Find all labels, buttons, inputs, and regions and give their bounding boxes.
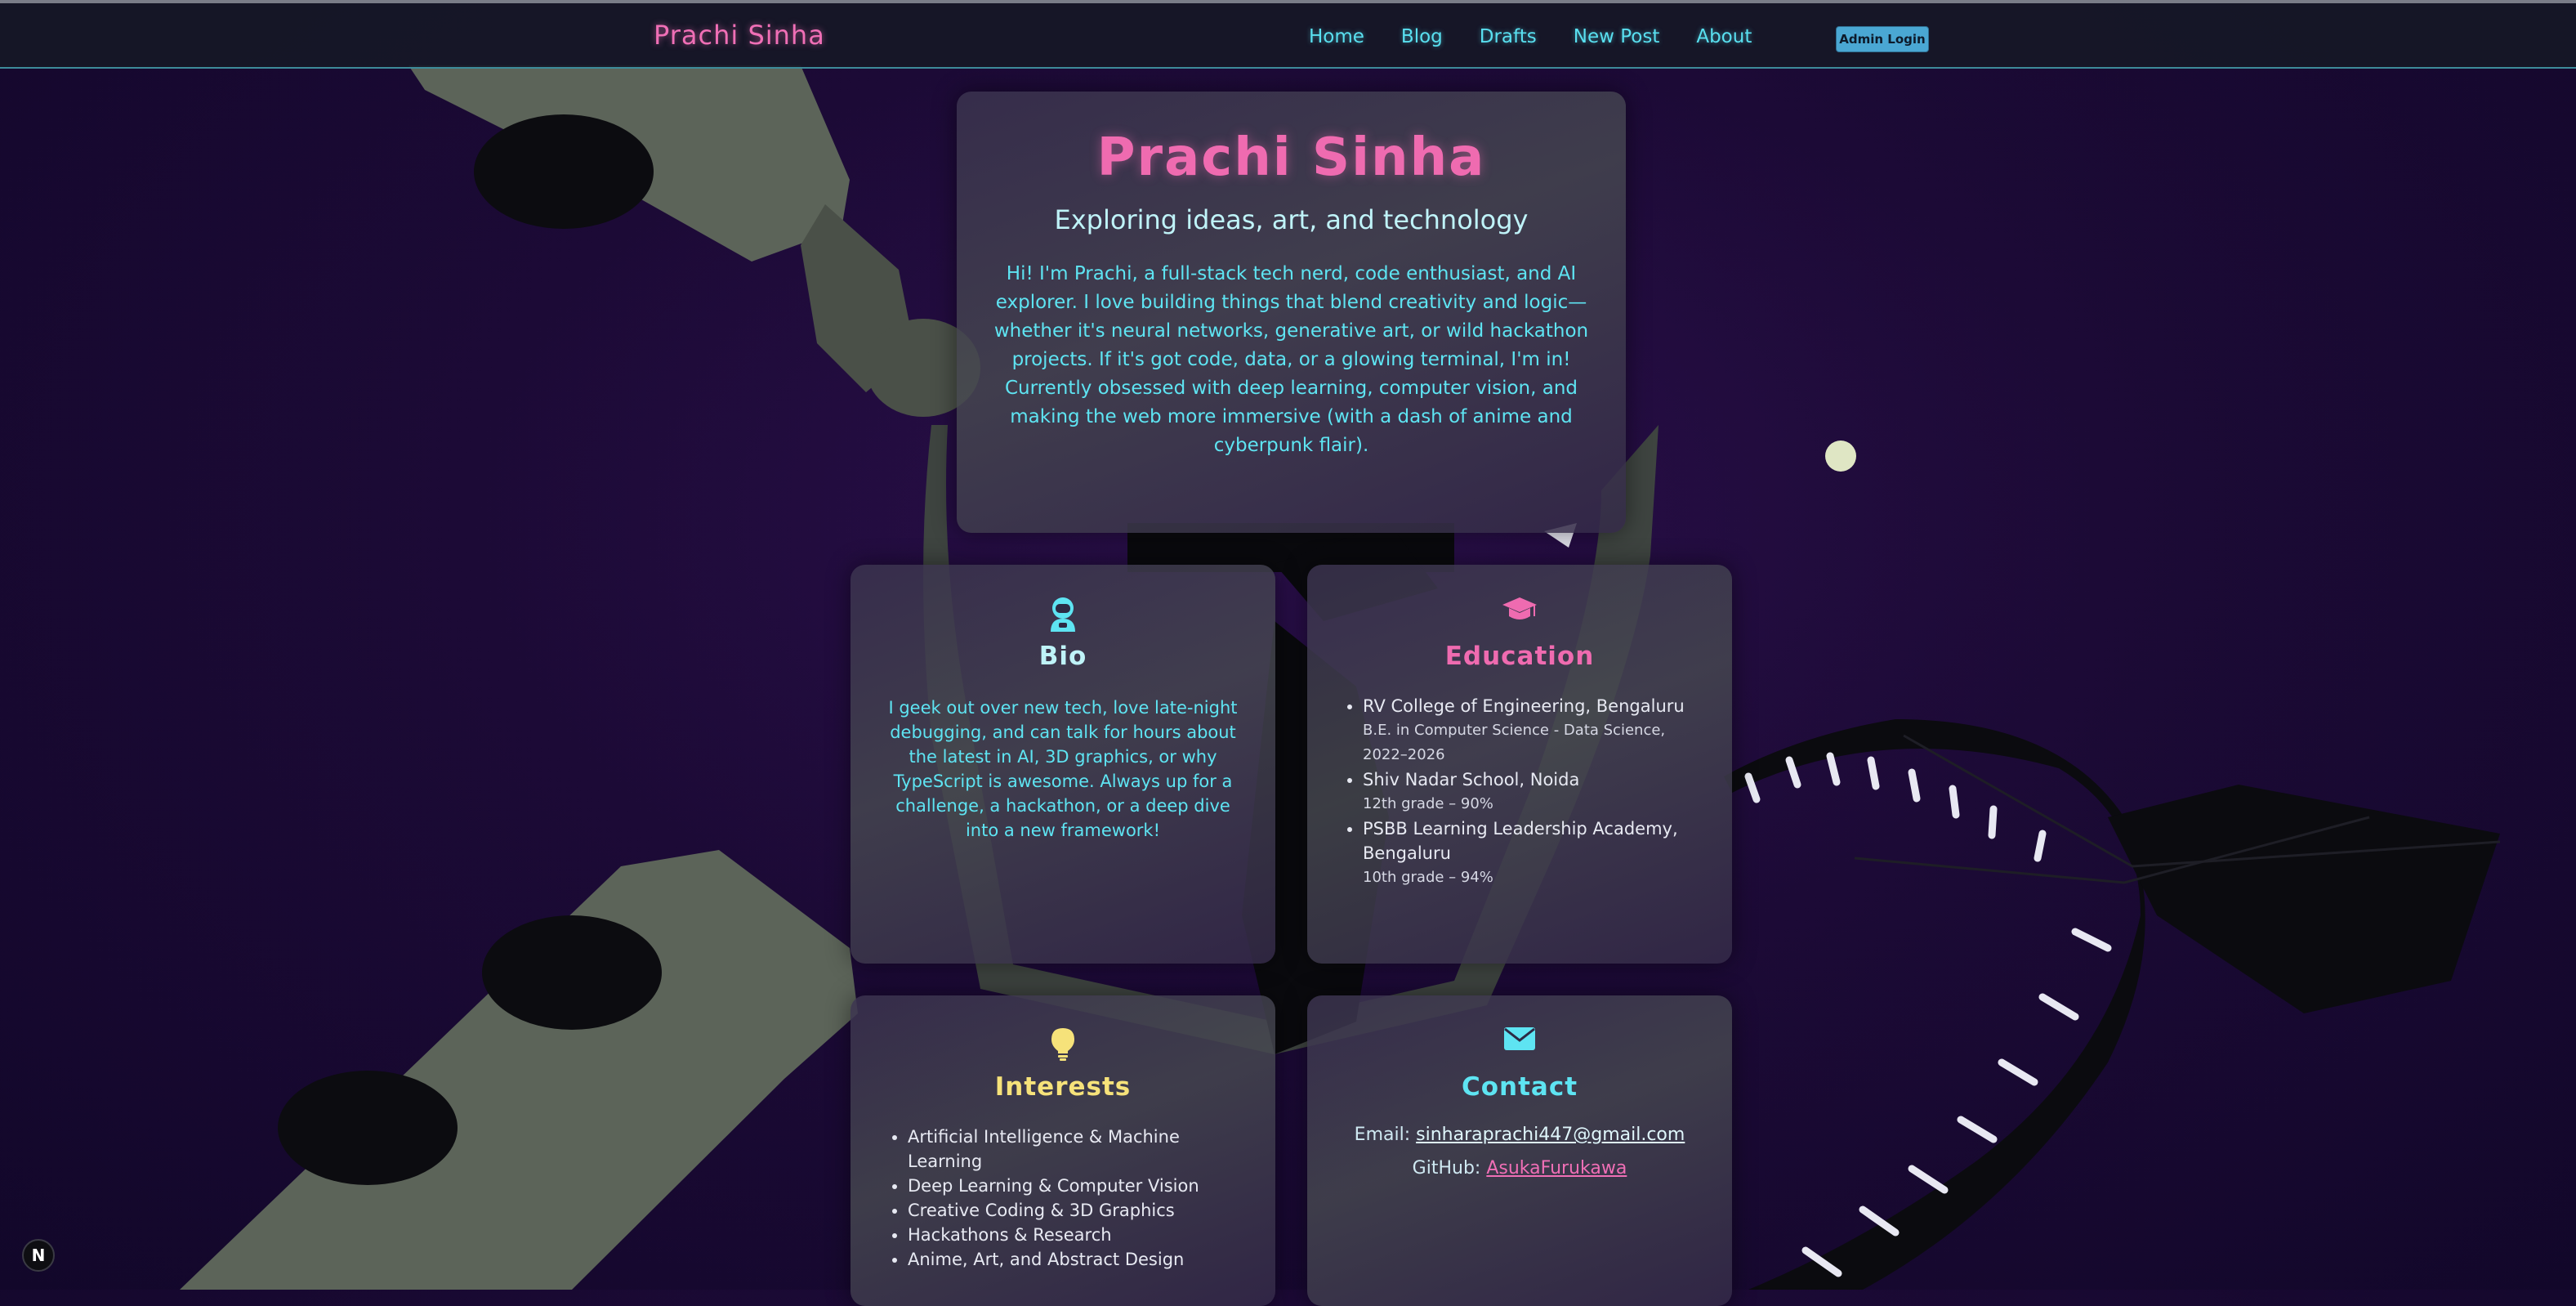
education-list: RV College of Engineering, Bengaluru B.E…	[1307, 694, 1732, 890]
interests-title: Interests	[994, 1072, 1132, 1102]
nav-new-post[interactable]: New Post	[1574, 26, 1660, 47]
school-name: RV College of Engineering, Bengaluru	[1363, 696, 1685, 716]
nav-drafts[interactable]: Drafts	[1480, 26, 1537, 47]
school-detail: 10th grade – 94%	[1363, 869, 1493, 886]
school-name: Shiv Nadar School, Noida	[1363, 770, 1580, 789]
education-title: Education	[1444, 642, 1595, 671]
hero-subtitle: Exploring ideas, art, and technology	[1054, 204, 1529, 235]
email-link[interactable]: sinharaprachi447@gmail.com	[1416, 1125, 1685, 1145]
email-label: Email:	[1354, 1125, 1411, 1145]
bio-card: Bio I geek out over new tech, love late-…	[850, 565, 1275, 964]
brand-logo[interactable]: Prachi Sinha	[654, 20, 825, 51]
nav-blog[interactable]: Blog	[1401, 26, 1443, 47]
admin-login-button[interactable]: Admin Login	[1836, 26, 1929, 52]
interests-card: Interests Artificial Intelligence & Mach…	[850, 995, 1275, 1306]
list-item: RV College of Engineering, Bengaluru B.E…	[1363, 694, 1699, 767]
nav-home[interactable]: Home	[1309, 26, 1364, 47]
list-item: PSBB Learning Leadership Academy, Bengal…	[1363, 816, 1699, 890]
contact-title: Contact	[1461, 1072, 1578, 1102]
top-navbar: Prachi Sinha Home Blog Drafts New Post A…	[0, 0, 2576, 69]
bio-text: I geek out over new tech, love late-nigh…	[888, 698, 1238, 840]
list-item: Hackathons & Research	[908, 1223, 1243, 1247]
hero-intro: Hi! I'm Prachi, a full-stack tech nerd, …	[993, 260, 1590, 460]
github-label: GitHub:	[1412, 1158, 1481, 1179]
hero-paragraph-2: Currently obsessed with deep learning, c…	[1004, 378, 1578, 456]
github-link[interactable]: AsukaFurukawa	[1486, 1158, 1627, 1179]
list-item: Artificial Intelligence & Machine Learni…	[908, 1125, 1243, 1174]
contact-card: Contact Email: sinharaprachi447@gmail.co…	[1307, 995, 1732, 1306]
list-item: Shiv Nadar School, Noida 12th grade – 90…	[1363, 767, 1699, 816]
list-item: Creative Coding & 3D Graphics	[908, 1198, 1243, 1223]
hero-paragraph-1: Hi! I'm Prachi, a full-stack tech nerd, …	[993, 263, 1589, 370]
list-item: Deep Learning & Computer Vision	[908, 1174, 1243, 1198]
hero-title: Prachi Sinha	[1096, 127, 1486, 188]
envelope-icon	[1504, 1027, 1535, 1050]
lightbulb-icon	[1051, 1028, 1074, 1061]
dev-tools-badge[interactable]: N	[22, 1239, 55, 1272]
nav-about[interactable]: About	[1696, 26, 1752, 47]
school-detail: 12th grade – 90%	[1363, 795, 1493, 812]
school-detail: B.E. in Computer Science - Data Science,…	[1363, 722, 1666, 763]
nav-links: Home Blog Drafts New Post About	[1309, 26, 1788, 47]
education-card: Education RV College of Engineering, Ben…	[1307, 565, 1732, 964]
list-item: Anime, Art, and Abstract Design	[908, 1247, 1243, 1272]
github-row: GitHub: AsukaFurukawa	[1307, 1158, 1732, 1179]
bio-title: Bio	[1038, 642, 1087, 671]
school-name: PSBB Learning Leadership Academy, Bengal…	[1363, 819, 1678, 863]
graduation-cap-icon	[1502, 597, 1537, 619]
interests-list: Artificial Intelligence & Machine Learni…	[850, 1125, 1275, 1272]
hero-card: Prachi Sinha Exploring ideas, art, and t…	[957, 92, 1626, 533]
astronaut-icon	[1051, 597, 1075, 632]
email-row: Email: sinharaprachi447@gmail.com	[1307, 1125, 1732, 1145]
